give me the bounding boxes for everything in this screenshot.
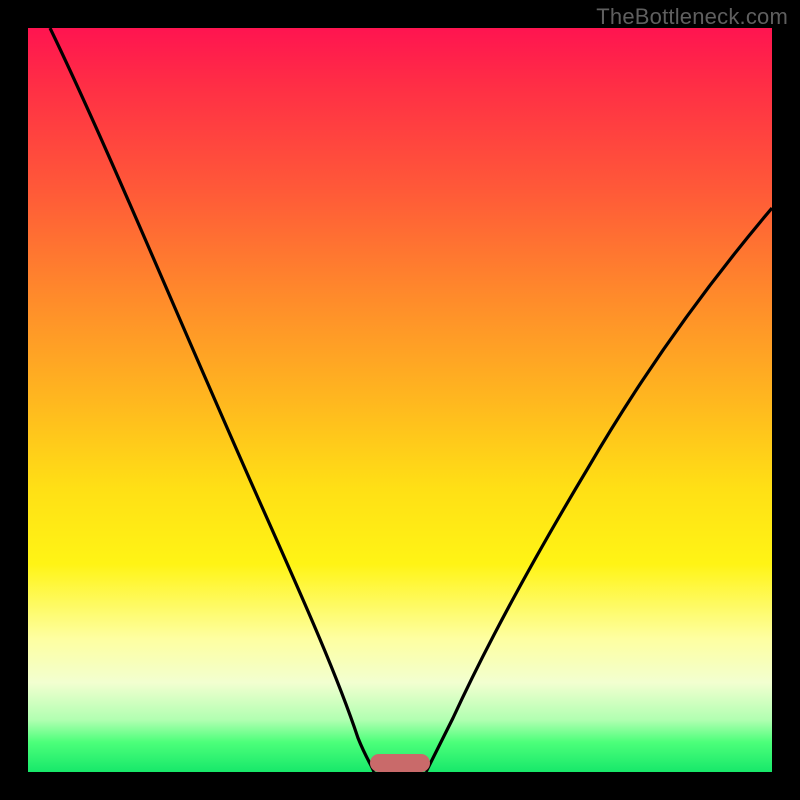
- chart-frame: TheBottleneck.com: [0, 0, 800, 800]
- curve-left: [50, 28, 374, 772]
- watermark-text: TheBottleneck.com: [596, 4, 788, 30]
- curve-right: [426, 208, 772, 772]
- curves-svg: [28, 28, 772, 772]
- plot-area: [28, 28, 772, 772]
- bottleneck-marker: [370, 754, 430, 772]
